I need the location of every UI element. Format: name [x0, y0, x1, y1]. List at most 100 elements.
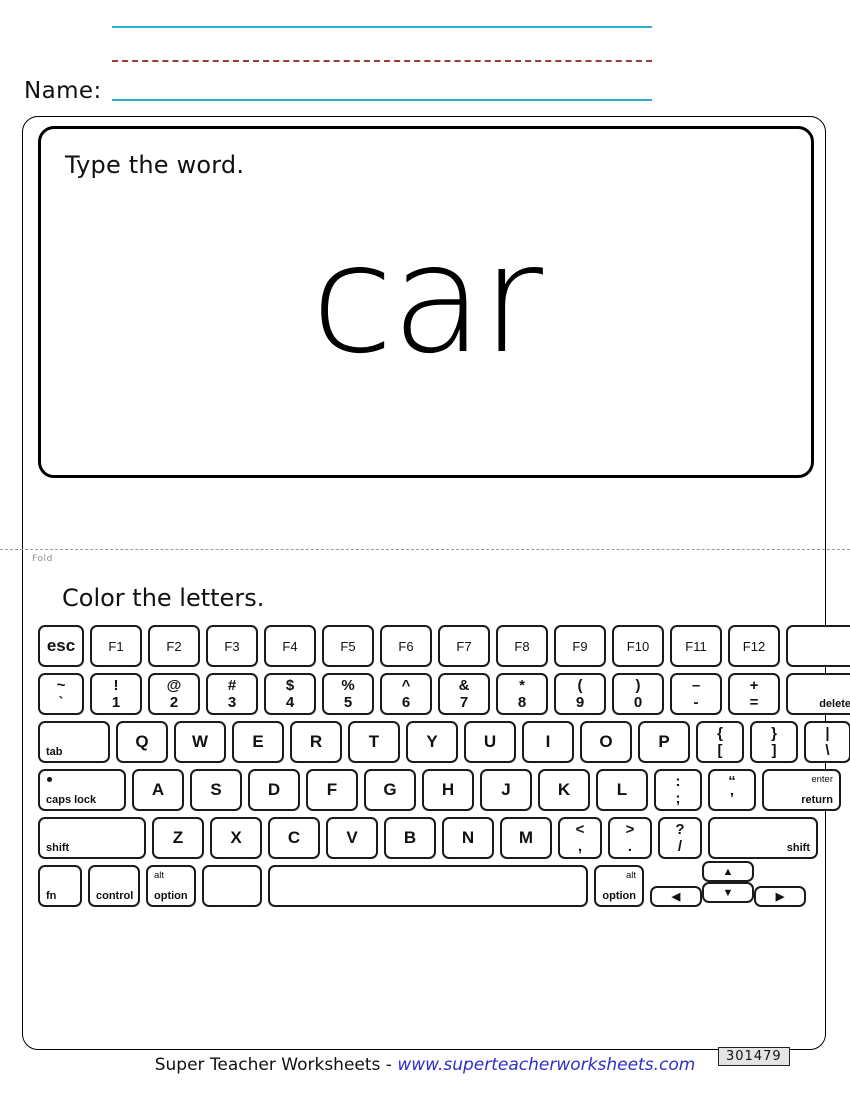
key-f7[interactable]: F7	[438, 625, 490, 667]
arrow-up-key[interactable]: ▲	[702, 861, 754, 882]
key-i[interactable]: I	[522, 721, 574, 763]
key-bracket-right[interactable]: }]	[750, 721, 798, 763]
key-shift-right[interactable]: shift	[708, 817, 818, 859]
key-nine[interactable]: (9	[554, 673, 606, 715]
key-space[interactable]	[268, 865, 588, 907]
key-j[interactable]: J	[480, 769, 532, 811]
key-p[interactable]: P	[638, 721, 690, 763]
key-command-left[interactable]	[202, 865, 262, 907]
key-x[interactable]: X	[210, 817, 262, 859]
key-n[interactable]: N	[442, 817, 494, 859]
key-delete[interactable]: delete	[786, 673, 850, 715]
key-zero[interactable]: ) 0	[612, 673, 664, 715]
key-semicolon[interactable]: :;	[654, 769, 702, 811]
key-label-v: V	[346, 828, 358, 847]
key-u[interactable]: U	[464, 721, 516, 763]
key-bracket-left[interactable]: {[	[696, 721, 744, 763]
key-seven[interactable]: & 7	[438, 673, 490, 715]
name-input-line[interactable]	[112, 99, 652, 101]
key-power[interactable]	[786, 625, 850, 667]
key-a[interactable]: A	[132, 769, 184, 811]
key-four[interactable]: $4	[264, 673, 316, 715]
key-f11[interactable]: F11	[670, 625, 722, 667]
key-q[interactable]: Q	[116, 721, 168, 763]
key-label-f11: F11	[685, 638, 707, 654]
key-f5[interactable]: F5	[322, 625, 374, 667]
key-three[interactable]: #3	[206, 673, 258, 715]
key-five[interactable]: % 5	[322, 673, 374, 715]
key-z[interactable]: Z	[152, 817, 204, 859]
arrow-right-key[interactable]: ▶	[754, 886, 806, 907]
key-label-z: Z	[172, 828, 184, 847]
key-shifted-backtick: ~	[56, 676, 66, 694]
key-label-l: L	[616, 780, 628, 799]
key-shifted-four: $	[285, 676, 295, 694]
key-y[interactable]: Y	[406, 721, 458, 763]
key-tab[interactable]: tab	[38, 721, 110, 763]
key-period[interactable]: >.	[608, 817, 652, 859]
key-slash[interactable]: ? /	[658, 817, 702, 859]
key-f9[interactable]: F9	[554, 625, 606, 667]
key-option-left[interactable]: alt option	[146, 865, 196, 907]
key-quote[interactable]: “’	[708, 769, 756, 811]
key-backslash[interactable]: | \	[804, 721, 850, 763]
key-shifted-nine: (	[577, 676, 583, 694]
key-minus[interactable]: – -	[670, 673, 722, 715]
key-option-right[interactable]: alt option	[594, 865, 644, 907]
key-stack-backslash: | \	[806, 723, 849, 761]
key-label-fn: fn	[46, 890, 57, 902]
key-f2[interactable]: F2	[148, 625, 200, 667]
key-s[interactable]: S	[190, 769, 242, 811]
key-return[interactable]: enter return	[762, 769, 841, 811]
key-f8[interactable]: F8	[496, 625, 548, 667]
key-f[interactable]: F	[306, 769, 358, 811]
key-backtick[interactable]: ~ `	[38, 673, 84, 715]
key-f3[interactable]: F3	[206, 625, 258, 667]
key-f10[interactable]: F10	[612, 625, 664, 667]
key-c[interactable]: C	[268, 817, 320, 859]
key-v[interactable]: V	[326, 817, 378, 859]
name-label: Name:	[24, 78, 102, 104]
key-shifted-one: !	[113, 676, 119, 694]
key-h[interactable]: H	[422, 769, 474, 811]
key-g[interactable]: G	[364, 769, 416, 811]
key-stack-two: @2	[150, 675, 198, 713]
key-stack-nine: (9	[556, 675, 604, 713]
key-control[interactable]: control	[88, 865, 140, 907]
key-b[interactable]: B	[384, 817, 436, 859]
footer-url[interactable]: www.superteacherworksheets.com	[397, 1055, 695, 1075]
key-f12[interactable]: F12	[728, 625, 780, 667]
key-k[interactable]: K	[538, 769, 590, 811]
key-f4[interactable]: F4	[264, 625, 316, 667]
key-l[interactable]: L	[596, 769, 648, 811]
key-t[interactable]: T	[348, 721, 400, 763]
arrow-down-key[interactable]: ▼	[702, 882, 754, 903]
key-equals[interactable]: + =	[728, 673, 780, 715]
key-w[interactable]: W	[174, 721, 226, 763]
key-one[interactable]: ! 1	[90, 673, 142, 715]
key-e[interactable]: E	[232, 721, 284, 763]
key-label-tab: tab	[46, 746, 63, 758]
key-fn[interactable]: fn	[38, 865, 82, 907]
key-esc[interactable]: esc	[38, 625, 84, 667]
key-shifted-equals: +	[749, 676, 759, 694]
arrow-left-key[interactable]: ◀	[650, 886, 702, 907]
key-label-x: X	[230, 828, 242, 847]
key-o[interactable]: O	[580, 721, 632, 763]
key-caps-lock[interactable]: caps lock	[38, 769, 126, 811]
fold-line	[0, 549, 850, 550]
key-r[interactable]: R	[290, 721, 342, 763]
key-eight[interactable]: * 8	[496, 673, 548, 715]
handwriting-line-top	[112, 26, 652, 28]
key-m[interactable]: M	[500, 817, 552, 859]
key-comma[interactable]: <,	[558, 817, 602, 859]
key-d[interactable]: D	[248, 769, 300, 811]
key-f6[interactable]: F6	[380, 625, 432, 667]
key-f1[interactable]: F1	[90, 625, 142, 667]
key-six[interactable]: ^ 6	[380, 673, 432, 715]
key-label-n: N	[461, 828, 475, 847]
key-shift-left[interactable]: shift	[38, 817, 146, 859]
key-label-a: A	[151, 780, 165, 799]
key-label-control: control	[96, 890, 134, 902]
key-two[interactable]: @2	[148, 673, 200, 715]
